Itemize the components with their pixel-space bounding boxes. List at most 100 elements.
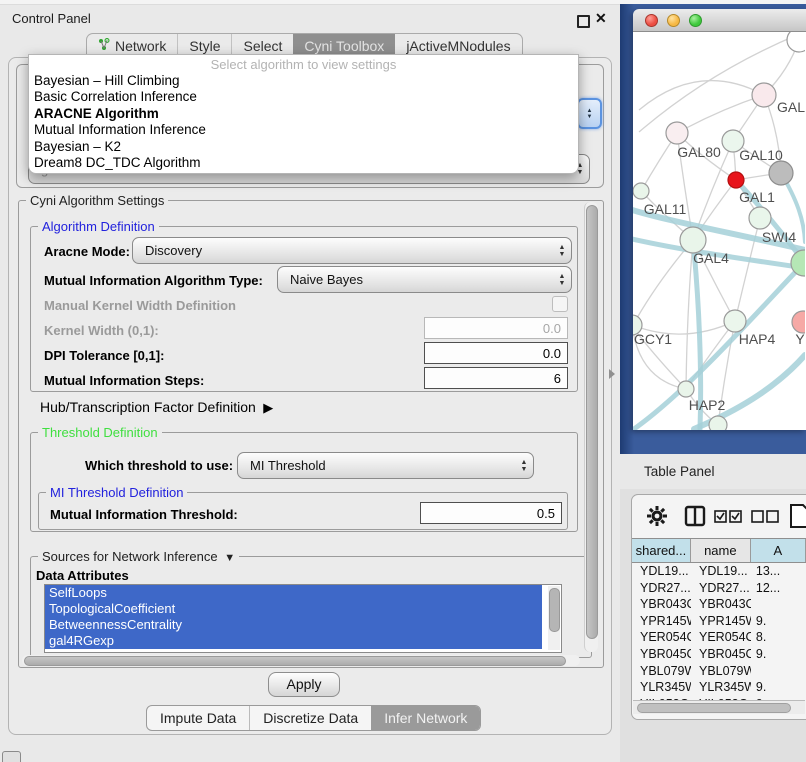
table-row[interactable]: YBR045CYBR045C9. bbox=[632, 646, 806, 663]
network-node-label: GAL80 bbox=[677, 144, 721, 160]
table-cell: YER054C bbox=[691, 629, 751, 646]
table-cell: YDL19... bbox=[691, 563, 751, 580]
popup-header: Select algorithm to view settings bbox=[29, 55, 578, 73]
mi-type-label: Mutual Information Algorithm Type: bbox=[44, 273, 263, 288]
data-attributes-list[interactable]: SelfLoopsTopologicalCoefficientBetweenne… bbox=[44, 584, 562, 653]
tab-discretize-data[interactable]: Discretize Data bbox=[249, 706, 371, 730]
attr-items: SelfLoopsTopologicalCoefficientBetweenne… bbox=[45, 585, 561, 649]
network-node-label: GAL4 bbox=[693, 250, 729, 266]
column-header-third[interactable]: A bbox=[751, 539, 806, 562]
algorithm-option[interactable]: Basic Correlation Inference bbox=[29, 89, 578, 105]
network-canvas[interactable]: GALGAL80GAL10GAL1GAL11SWI4GAL4GCY1YHAP4H… bbox=[633, 32, 806, 430]
attribute-item[interactable]: BetweennessCentrality bbox=[45, 617, 542, 633]
algorithm-popup-list: Bayesian – Hill ClimbingBasic Correlatio… bbox=[29, 73, 578, 171]
column-header-shared-name[interactable]: shared... bbox=[632, 539, 691, 562]
network-node[interactable] bbox=[792, 311, 805, 333]
settings-horizontal-scrollbar[interactable] bbox=[22, 655, 580, 666]
app-screen: Control Panel ✕ Network Style Select Cyn… bbox=[0, 0, 806, 762]
network-node[interactable] bbox=[666, 122, 688, 144]
gear-icon[interactable] bbox=[646, 505, 668, 532]
checked-checkboxes-icon[interactable] bbox=[714, 510, 742, 528]
mi-threshold-title: MI Threshold Definition bbox=[46, 485, 187, 500]
table-row[interactable]: YDR27...YDR27...12... bbox=[632, 580, 806, 597]
apply-button[interactable]: Apply bbox=[268, 672, 340, 697]
network-graph: GALGAL80GAL10GAL1GAL11SWI4GAL4GCY1YHAP4H… bbox=[633, 32, 805, 430]
close-icon[interactable]: ✕ bbox=[595, 10, 607, 27]
splitpane-arrow-icon[interactable] bbox=[609, 369, 615, 379]
network-node[interactable] bbox=[724, 310, 746, 332]
table-cell: 8. bbox=[751, 629, 806, 646]
sources-title[interactable]: Sources for Network Inference ▼ bbox=[38, 549, 239, 564]
aracne-mode-combobox[interactable]: Discovery ▲▼ bbox=[132, 237, 572, 264]
table-cell: YER054C bbox=[632, 629, 691, 646]
algorithm-option[interactable]: Mutual Information Inference bbox=[29, 122, 578, 138]
column-header-name[interactable]: name bbox=[691, 539, 751, 562]
network-node[interactable] bbox=[787, 32, 805, 52]
dpi-tolerance-field[interactable] bbox=[424, 342, 568, 364]
network-window-titlebar[interactable] bbox=[633, 9, 806, 32]
table-cell: YBR045C bbox=[632, 646, 691, 663]
mi-type-combobox[interactable]: Naive Bayes ▲▼ bbox=[277, 266, 572, 293]
tab-infer-network[interactable]: Infer Network bbox=[371, 706, 480, 730]
table-row[interactable]: YBR043CYBR043C bbox=[632, 596, 806, 613]
which-threshold-combobox[interactable]: MI Threshold ▲▼ bbox=[237, 452, 534, 479]
minimize-traffic-light-icon[interactable] bbox=[667, 14, 680, 27]
table-row[interactable]: YLR345WYLR345W9. bbox=[632, 679, 806, 696]
kernel-width-field[interactable] bbox=[424, 317, 568, 339]
table-row[interactable]: YBL079WYBL079W bbox=[632, 663, 806, 680]
table-cell: YLR345W bbox=[632, 679, 691, 696]
table-horizontal-scrollbar[interactable] bbox=[633, 700, 805, 714]
which-threshold-label: Which threshold to use: bbox=[85, 458, 233, 473]
table-row[interactable]: YER054CYER054C8. bbox=[632, 629, 806, 646]
hub-definition-toggle[interactable]: Hub/Transcription Factor Definition ▶ bbox=[40, 399, 273, 416]
manual-kernel-checkbox[interactable] bbox=[552, 296, 568, 312]
network-node[interactable] bbox=[678, 381, 694, 397]
mi-steps-field[interactable] bbox=[424, 367, 568, 389]
network-node[interactable] bbox=[728, 172, 744, 188]
tab-impute-data[interactable]: Impute Data bbox=[147, 706, 249, 730]
algorithm-option[interactable]: Bayesian – K2 bbox=[29, 139, 578, 155]
table-cell: 9. bbox=[751, 646, 806, 663]
network-node[interactable] bbox=[709, 416, 727, 430]
bottom-tabbar: Impute Data Discretize Data Infer Networ… bbox=[146, 705, 481, 731]
settings-vertical-scrollbar[interactable] bbox=[584, 202, 598, 652]
close-traffic-light-icon[interactable] bbox=[645, 14, 658, 27]
node-table: shared... name A YDL19...YDL19...13...YD… bbox=[632, 538, 806, 700]
minimized-panel-icon[interactable] bbox=[2, 751, 21, 762]
mi-threshold-field[interactable] bbox=[420, 502, 562, 524]
split-columns-icon[interactable] bbox=[684, 505, 706, 532]
table-cell: 9. bbox=[751, 613, 806, 630]
table-cell bbox=[751, 596, 806, 613]
expand-right-icon: ▶ bbox=[260, 400, 274, 415]
table-cell: YDL19... bbox=[632, 563, 691, 580]
table-row[interactable]: YPR145WYPR145W9. bbox=[632, 613, 806, 630]
table-cell: YBL079W bbox=[691, 663, 751, 680]
table-panel-title: Table Panel bbox=[644, 464, 715, 479]
threshold-definition-title: Threshold Definition bbox=[38, 425, 162, 440]
algorithm-option[interactable]: ARACNE Algorithm bbox=[29, 106, 578, 122]
zoom-traffic-light-icon[interactable] bbox=[689, 14, 702, 27]
network-node[interactable] bbox=[633, 183, 649, 199]
document-icon[interactable] bbox=[789, 503, 806, 534]
attribute-item[interactable]: SelfLoops bbox=[45, 585, 542, 601]
network-node-label: GCY1 bbox=[634, 331, 672, 347]
network-node[interactable] bbox=[769, 161, 793, 185]
combo-spinner-icon: ▲▼ bbox=[553, 273, 571, 287]
data-attributes-label: Data Attributes bbox=[36, 568, 129, 583]
attribute-item[interactable]: gal4RGexp bbox=[45, 633, 542, 649]
attributes-scrollbar[interactable] bbox=[548, 586, 560, 650]
algorithm-option[interactable]: Bayesian – Hill Climbing bbox=[29, 73, 578, 89]
unchecked-checkboxes-icon[interactable] bbox=[751, 510, 779, 528]
attribute-item[interactable]: TopologicalCoefficient bbox=[45, 601, 542, 617]
restore-icon[interactable] bbox=[577, 15, 590, 28]
table-cell: YLR345W bbox=[691, 679, 751, 696]
algorithm-combobox-button[interactable]: ▲▼ bbox=[577, 98, 602, 129]
mi-steps-label: Mutual Information Steps: bbox=[44, 373, 204, 388]
network-node[interactable] bbox=[752, 83, 776, 107]
network-window: GALGAL80GAL10GAL1GAL11SWI4GAL4GCY1YHAP4H… bbox=[633, 9, 806, 430]
node-table-body: YDL19...YDL19...13...YDR27...YDR27...12.… bbox=[632, 563, 806, 700]
algorithm-option[interactable]: Dream8 DC_TDC Algorithm bbox=[29, 155, 578, 171]
table-row[interactable]: YDL19...YDL19...13... bbox=[632, 563, 806, 580]
network-node[interactable] bbox=[749, 207, 771, 229]
network-node-label: GAL1 bbox=[739, 189, 775, 205]
